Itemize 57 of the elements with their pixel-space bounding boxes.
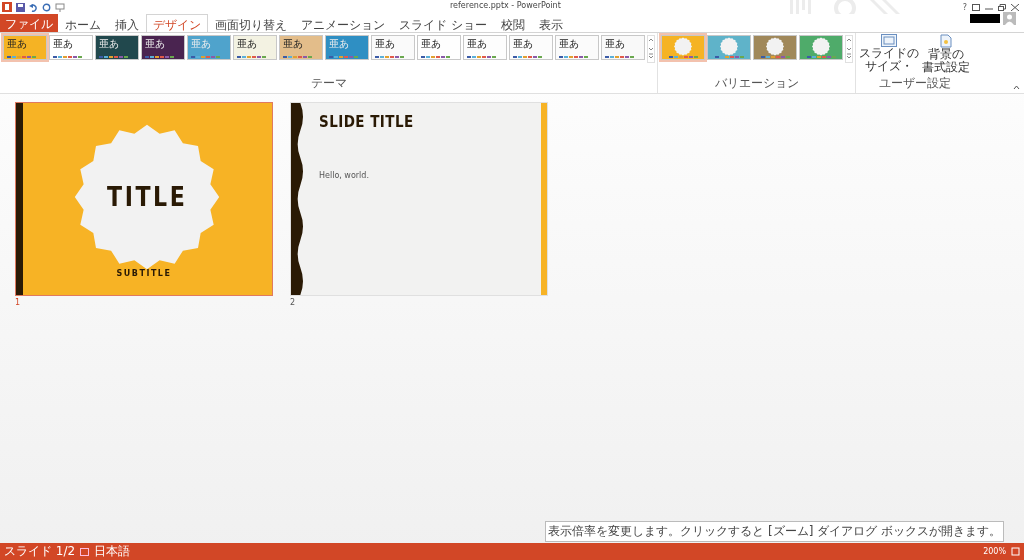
slide-size-icon <box>881 34 897 47</box>
save-icon[interactable] <box>16 2 25 12</box>
theme-thumbnail[interactable]: 亜あ <box>95 35 139 60</box>
group-label: バリエーション <box>714 75 799 92</box>
theme-thumbnail[interactable]: 亜あ <box>601 35 645 60</box>
variant-thumbnail[interactable] <box>799 35 843 60</box>
ribbon-tab[interactable]: 表示 <box>531 14 570 32</box>
theme-thumbnail[interactable]: 亜あ <box>49 35 93 60</box>
theme-thumbnail[interactable]: 亜あ <box>3 35 47 60</box>
ribbon-tab[interactable]: 挿入 <box>108 14 146 32</box>
ribbon-tab[interactable]: アニメーション <box>294 14 392 32</box>
restore-icon[interactable] <box>998 3 1006 11</box>
ribbon-tab[interactable]: ホーム <box>58 14 108 32</box>
presentation-icon[interactable] <box>55 2 65 12</box>
group-label: テーマ <box>310 75 347 92</box>
zoom-level[interactable]: 200% <box>983 547 1006 556</box>
undo-icon[interactable] <box>29 2 38 12</box>
slide-thumbnail[interactable]: SLIDE TITLE Hello, world. <box>290 102 548 296</box>
theme-thumbnail[interactable]: 亜あ <box>555 35 599 60</box>
tooltip: 表示倍率を変更します。クリックすると [ズーム] ダイアログ ボックスが開きます。 <box>545 521 1004 542</box>
slide-count: スライド 1/2 <box>4 543 76 560</box>
ribbon-tab[interactable]: 校閲 <box>493 14 532 32</box>
slide-title: TITLE <box>106 182 188 212</box>
collapse-ribbon-icon[interactable] <box>1013 85 1020 90</box>
fit-to-window-icon[interactable] <box>1011 547 1020 556</box>
ribbon-tab[interactable]: スライド ショー <box>392 14 494 32</box>
slide-number: 1 <box>15 297 22 307</box>
slide-body-text: Hello, world. <box>319 171 369 180</box>
ribbon-tab[interactable]: 画面切り替え <box>208 14 294 32</box>
proofing-icon[interactable] <box>80 547 90 556</box>
group-label: ユーザー設定 <box>878 75 951 92</box>
variant-thumbnail[interactable] <box>753 35 797 60</box>
variant-thumbnail[interactable] <box>661 35 705 60</box>
language-indicator[interactable]: 日本語 <box>94 543 131 560</box>
redo-icon[interactable] <box>42 2 51 12</box>
theme-thumbnail[interactable]: 亜あ <box>279 35 323 60</box>
theme-thumbnail[interactable]: 亜あ <box>509 35 553 60</box>
close-icon[interactable] <box>1011 3 1019 11</box>
ribbon-button[interactable]: スライドの サイズ・ <box>859 34 919 74</box>
ribbon-tab[interactable]: デザイン <box>146 14 208 32</box>
theme-thumbnail[interactable]: 亜あ <box>417 35 461 60</box>
slide-number: 2 <box>290 297 297 307</box>
help-button[interactable]: ? <box>962 2 967 12</box>
slide-title: SLIDE TITLE <box>319 113 414 131</box>
ribbon-display-icon[interactable] <box>972 3 980 11</box>
theme-thumbnail[interactable]: 亜あ <box>463 35 507 60</box>
ribbon-button[interactable]: 背景の 書式設定 <box>922 34 970 74</box>
file-tab[interactable]: ファイル <box>0 14 58 32</box>
theme-thumbnail[interactable]: 亜あ <box>233 35 277 60</box>
theme-thumbnail[interactable]: 亜あ <box>141 35 185 60</box>
theme-thumbnail[interactable]: 亜あ <box>371 35 415 60</box>
window-title: reference.pptx - PowerPoint <box>450 1 561 10</box>
slide-thumbnail[interactable]: TITLE SUBTITLE <box>15 102 273 296</box>
account-name-block <box>970 14 1000 23</box>
variant-thumbnail[interactable] <box>707 35 751 60</box>
format-background-icon <box>939 34 953 48</box>
slide-subtitle: SUBTITLE <box>115 269 173 278</box>
